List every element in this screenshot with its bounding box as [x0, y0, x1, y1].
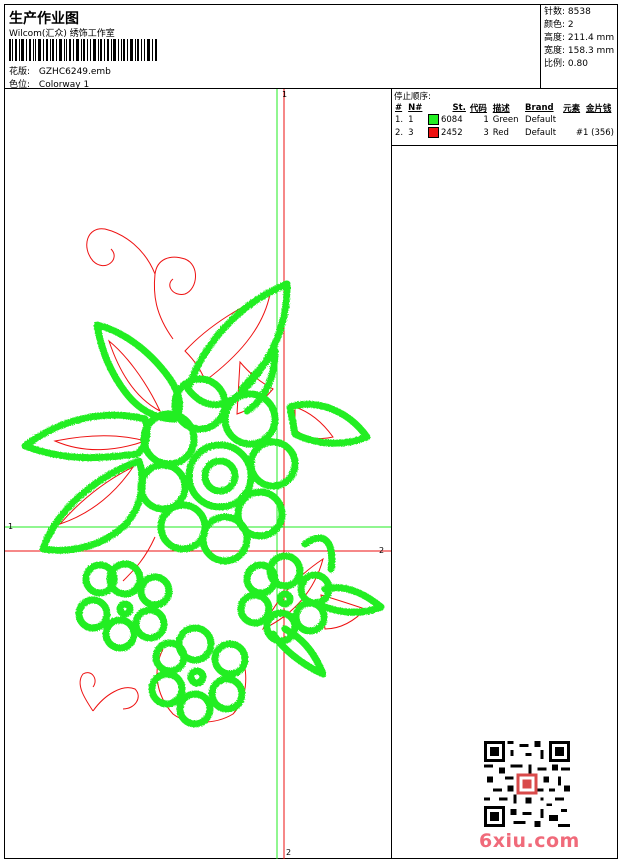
watermark: 6xiu.com: [479, 830, 580, 852]
spec-box: 针数: 8538 颜色: 2 高度: 211.4 mm 宽度: 158.3 mm…: [540, 5, 619, 88]
col-code: 代码: [469, 104, 487, 114]
axis-label-v1: 1: [282, 90, 288, 99]
spec-height: 高度: 211.4 mm: [544, 33, 615, 43]
production-sheet: 生产作业图 Wilcom(汇众) 绣饰工作室 花版: GZHC6249.emb …: [4, 4, 618, 859]
spec-stitches: 针数: 8538: [544, 7, 591, 17]
col-n: N#: [408, 103, 423, 113]
axis-label-v2: 2: [286, 848, 292, 857]
axis-label-h2: 2: [379, 546, 385, 555]
col-desc: 描述: [492, 104, 510, 114]
col-st: St.: [452, 103, 466, 113]
stop-sequence-title: 停止顺序:: [394, 92, 431, 102]
green-satin-stitches: [21, 280, 385, 728]
embroidery-design-canvas: [5, 89, 391, 859]
table-row: 1. 1 6084 1 Green Default: [395, 114, 557, 125]
design-file: GZHC6249.emb: [38, 67, 111, 77]
barcode: [9, 39, 157, 61]
col-brand: Brand: [525, 103, 554, 113]
color-swatch-red: [427, 127, 439, 138]
design-name-row: 花版: GZHC6249.emb: [9, 64, 111, 77]
sheet-title: 生产作业图: [9, 11, 79, 27]
col-element: 元素: [563, 104, 581, 114]
stop-sequence-table: # N# St. 代码 描述 Brand 元素 金片钱 1. 1 6084 1 …: [393, 102, 616, 140]
stop-sequence-panel: 停止顺序: # N# St. 代码 描述 Brand 元素 金片钱 1. 1 6…: [391, 89, 618, 859]
stop-table-header: # N# St. 代码 描述 Brand 元素 金片钱: [393, 102, 616, 114]
table-row: 2. 3 2452 3 Red Default #1 (356): [395, 127, 614, 138]
spec-width: 宽度: 158.3 mm: [544, 46, 615, 56]
axis-label-h1: 1: [8, 522, 14, 531]
design-label: 花版:: [9, 67, 31, 77]
small-flower-bottom: [148, 624, 249, 728]
spec-scale: 比例: 0.80: [544, 59, 588, 69]
col-idx: #: [395, 103, 403, 113]
qr-code: [484, 741, 570, 827]
spec-colors: 颜色: 2: [544, 20, 574, 30]
small-flower-left: [75, 560, 173, 652]
stop-panel-divider: [392, 145, 618, 146]
studio-name: Wilcom(汇众) 绣饰工作室: [9, 29, 115, 39]
color-swatch-green: [427, 114, 439, 125]
col-sequin: 金片钱: [585, 104, 612, 114]
